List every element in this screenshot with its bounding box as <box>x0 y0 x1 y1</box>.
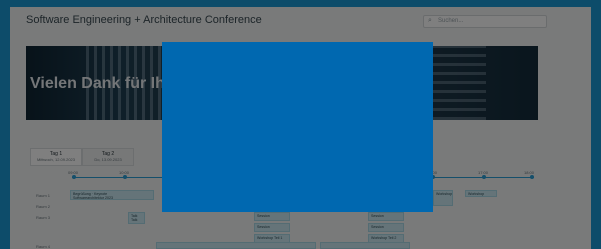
modal-dialog[interactable] <box>162 42 433 212</box>
